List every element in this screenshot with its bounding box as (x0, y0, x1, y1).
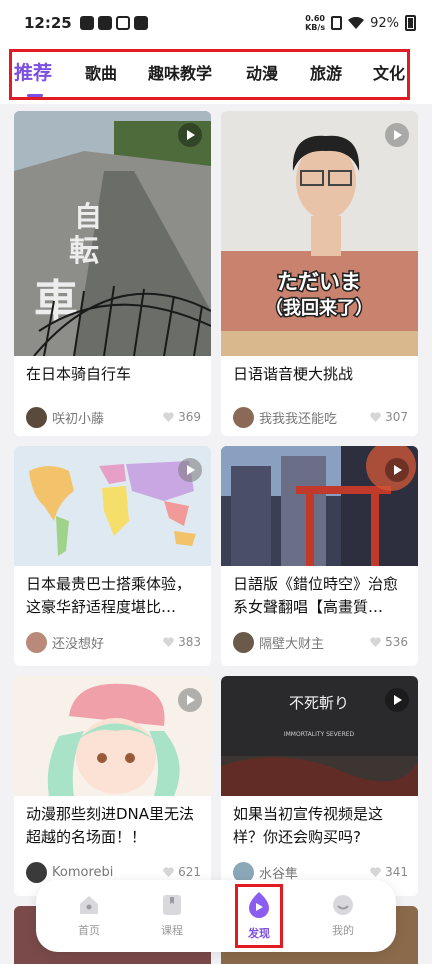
avatar[interactable] (233, 631, 254, 653)
author-name[interactable]: 还没想好 (52, 633, 104, 652)
heart-icon[interactable] (163, 637, 174, 647)
category-tab-bar: 推荐 歌曲 趣味教学 动漫 旅游 文化 (0, 46, 432, 104)
avatar[interactable] (26, 861, 47, 883)
svg-text:転: 転 (69, 234, 99, 269)
play-icon (385, 458, 409, 482)
play-icon (385, 123, 409, 147)
play-icon (178, 688, 202, 712)
video-card[interactable]: 日本最贵巴士搭乘体验，这豪华舒适程度堪比… 还没想好 383 (14, 446, 211, 666)
thumbnail-caption: （我回来了） (265, 298, 373, 319)
author-name[interactable]: 我我我还能吃 (259, 408, 337, 427)
video-title[interactable]: 在日本骑自行车 (26, 363, 203, 386)
like-count: 341 (385, 865, 408, 879)
sim-icon (331, 16, 343, 30)
video-title[interactable]: 如果当初宣传视频是这样？你还会购买吗? (233, 803, 410, 849)
nav-courses[interactable]: 课程 (147, 894, 197, 938)
play-icon (178, 123, 202, 147)
bottom-navigation: 首页 课程 发现 我的 (36, 880, 396, 952)
video-card[interactable]: 不死斬り IMMORTALITY SEVERED 如果当初宣传视频是这样？你还会… (221, 676, 418, 896)
app-notification-icon (97, 16, 112, 30)
author-name[interactable]: Komorebi (52, 865, 113, 880)
battery-percent: 92% (370, 15, 399, 31)
video-card[interactable]: 日語版《錯位時空》治愈系女聲翻唱【高畫質… 隔壁大财主 536 (221, 446, 418, 666)
video-card[interactable]: 自 転 車 在日本骑自行车 咲初小藤 369 (14, 111, 211, 436)
nav-discover-highlight (235, 884, 283, 948)
bookmark-icon (163, 895, 181, 915)
mail-icon (115, 16, 130, 30)
like-count: 307 (385, 410, 408, 424)
video-title[interactable]: 日语谐音梗大挑战 (233, 363, 410, 386)
network-speed: 0.60 KB/s (305, 14, 326, 32)
video-title[interactable]: 日本最贵巴士搭乘体验，这豪华舒适程度堪比… (26, 573, 203, 619)
app-notification-icon (79, 16, 94, 30)
video-feed[interactable]: 自 転 車 在日本骑自行车 咲初小藤 369 ただいま （我回来了） 日语谐音梗… (0, 104, 432, 964)
avatar[interactable] (233, 406, 254, 428)
battery-icon (405, 15, 416, 31)
author-row: 隔壁大财主 536 (233, 631, 408, 653)
heart-icon[interactable] (370, 637, 381, 647)
play-icon (385, 688, 409, 712)
avatar[interactable] (26, 631, 47, 653)
author-row: 咲初小藤 369 (26, 406, 201, 428)
thumbnail-caption: IMMORTALITY SEVERED (284, 731, 355, 738)
video-title[interactable]: 动漫那些刻进DNA里无法超越的名场面！！ (26, 803, 203, 849)
profile-icon (333, 895, 353, 915)
tab-bar-highlight (9, 49, 410, 100)
video-thumbnail[interactable]: ただいま （我回来了） (221, 111, 418, 356)
like-count: 621 (178, 865, 201, 879)
like-count: 536 (385, 635, 408, 649)
author-name[interactable]: 水谷隼 (259, 863, 298, 882)
notification-icons (79, 16, 148, 30)
wifi-icon (348, 17, 365, 29)
status-time: 12:25 (24, 14, 72, 32)
author-row: 我我我还能吃 307 (233, 406, 408, 428)
author-name[interactable]: 咲初小藤 (52, 408, 104, 427)
nav-courses-label: 课程 (161, 924, 183, 937)
nav-home[interactable]: 首页 (64, 894, 114, 938)
nav-profile-label: 我的 (332, 924, 354, 937)
play-icon (178, 458, 202, 482)
nav-home-label: 首页 (78, 924, 100, 937)
video-card[interactable]: ただいま （我回来了） 日语谐音梗大挑战 我我我还能吃 307 (221, 111, 418, 436)
svg-text:自: 自 (74, 200, 102, 233)
video-thumbnail[interactable]: 自 転 車 (14, 111, 211, 356)
thumbnail-caption: ただいま (277, 270, 361, 294)
status-bar: 12:25 0.60 KB/s 92% (0, 0, 432, 46)
nav-profile[interactable]: 我的 (318, 894, 368, 938)
heart-icon[interactable] (163, 412, 174, 422)
video-card[interactable]: 动漫那些刻进DNA里无法超越的名场面！！ Komorebi 621 (14, 676, 211, 896)
like-count: 383 (178, 635, 201, 649)
thumbnail-caption: 不死斬り (289, 694, 349, 712)
heart-icon[interactable] (163, 867, 174, 877)
author-name[interactable]: 隔壁大财主 (259, 633, 324, 652)
video-title[interactable]: 日語版《錯位時空》治愈系女聲翻唱【高畫質… (233, 573, 410, 619)
like-count: 369 (178, 410, 201, 424)
author-row: 还没想好 383 (26, 631, 201, 653)
tiktok-icon (133, 16, 148, 30)
home-icon (80, 896, 98, 914)
heart-icon[interactable] (370, 412, 381, 422)
avatar[interactable] (26, 406, 47, 428)
heart-icon[interactable] (370, 867, 381, 877)
